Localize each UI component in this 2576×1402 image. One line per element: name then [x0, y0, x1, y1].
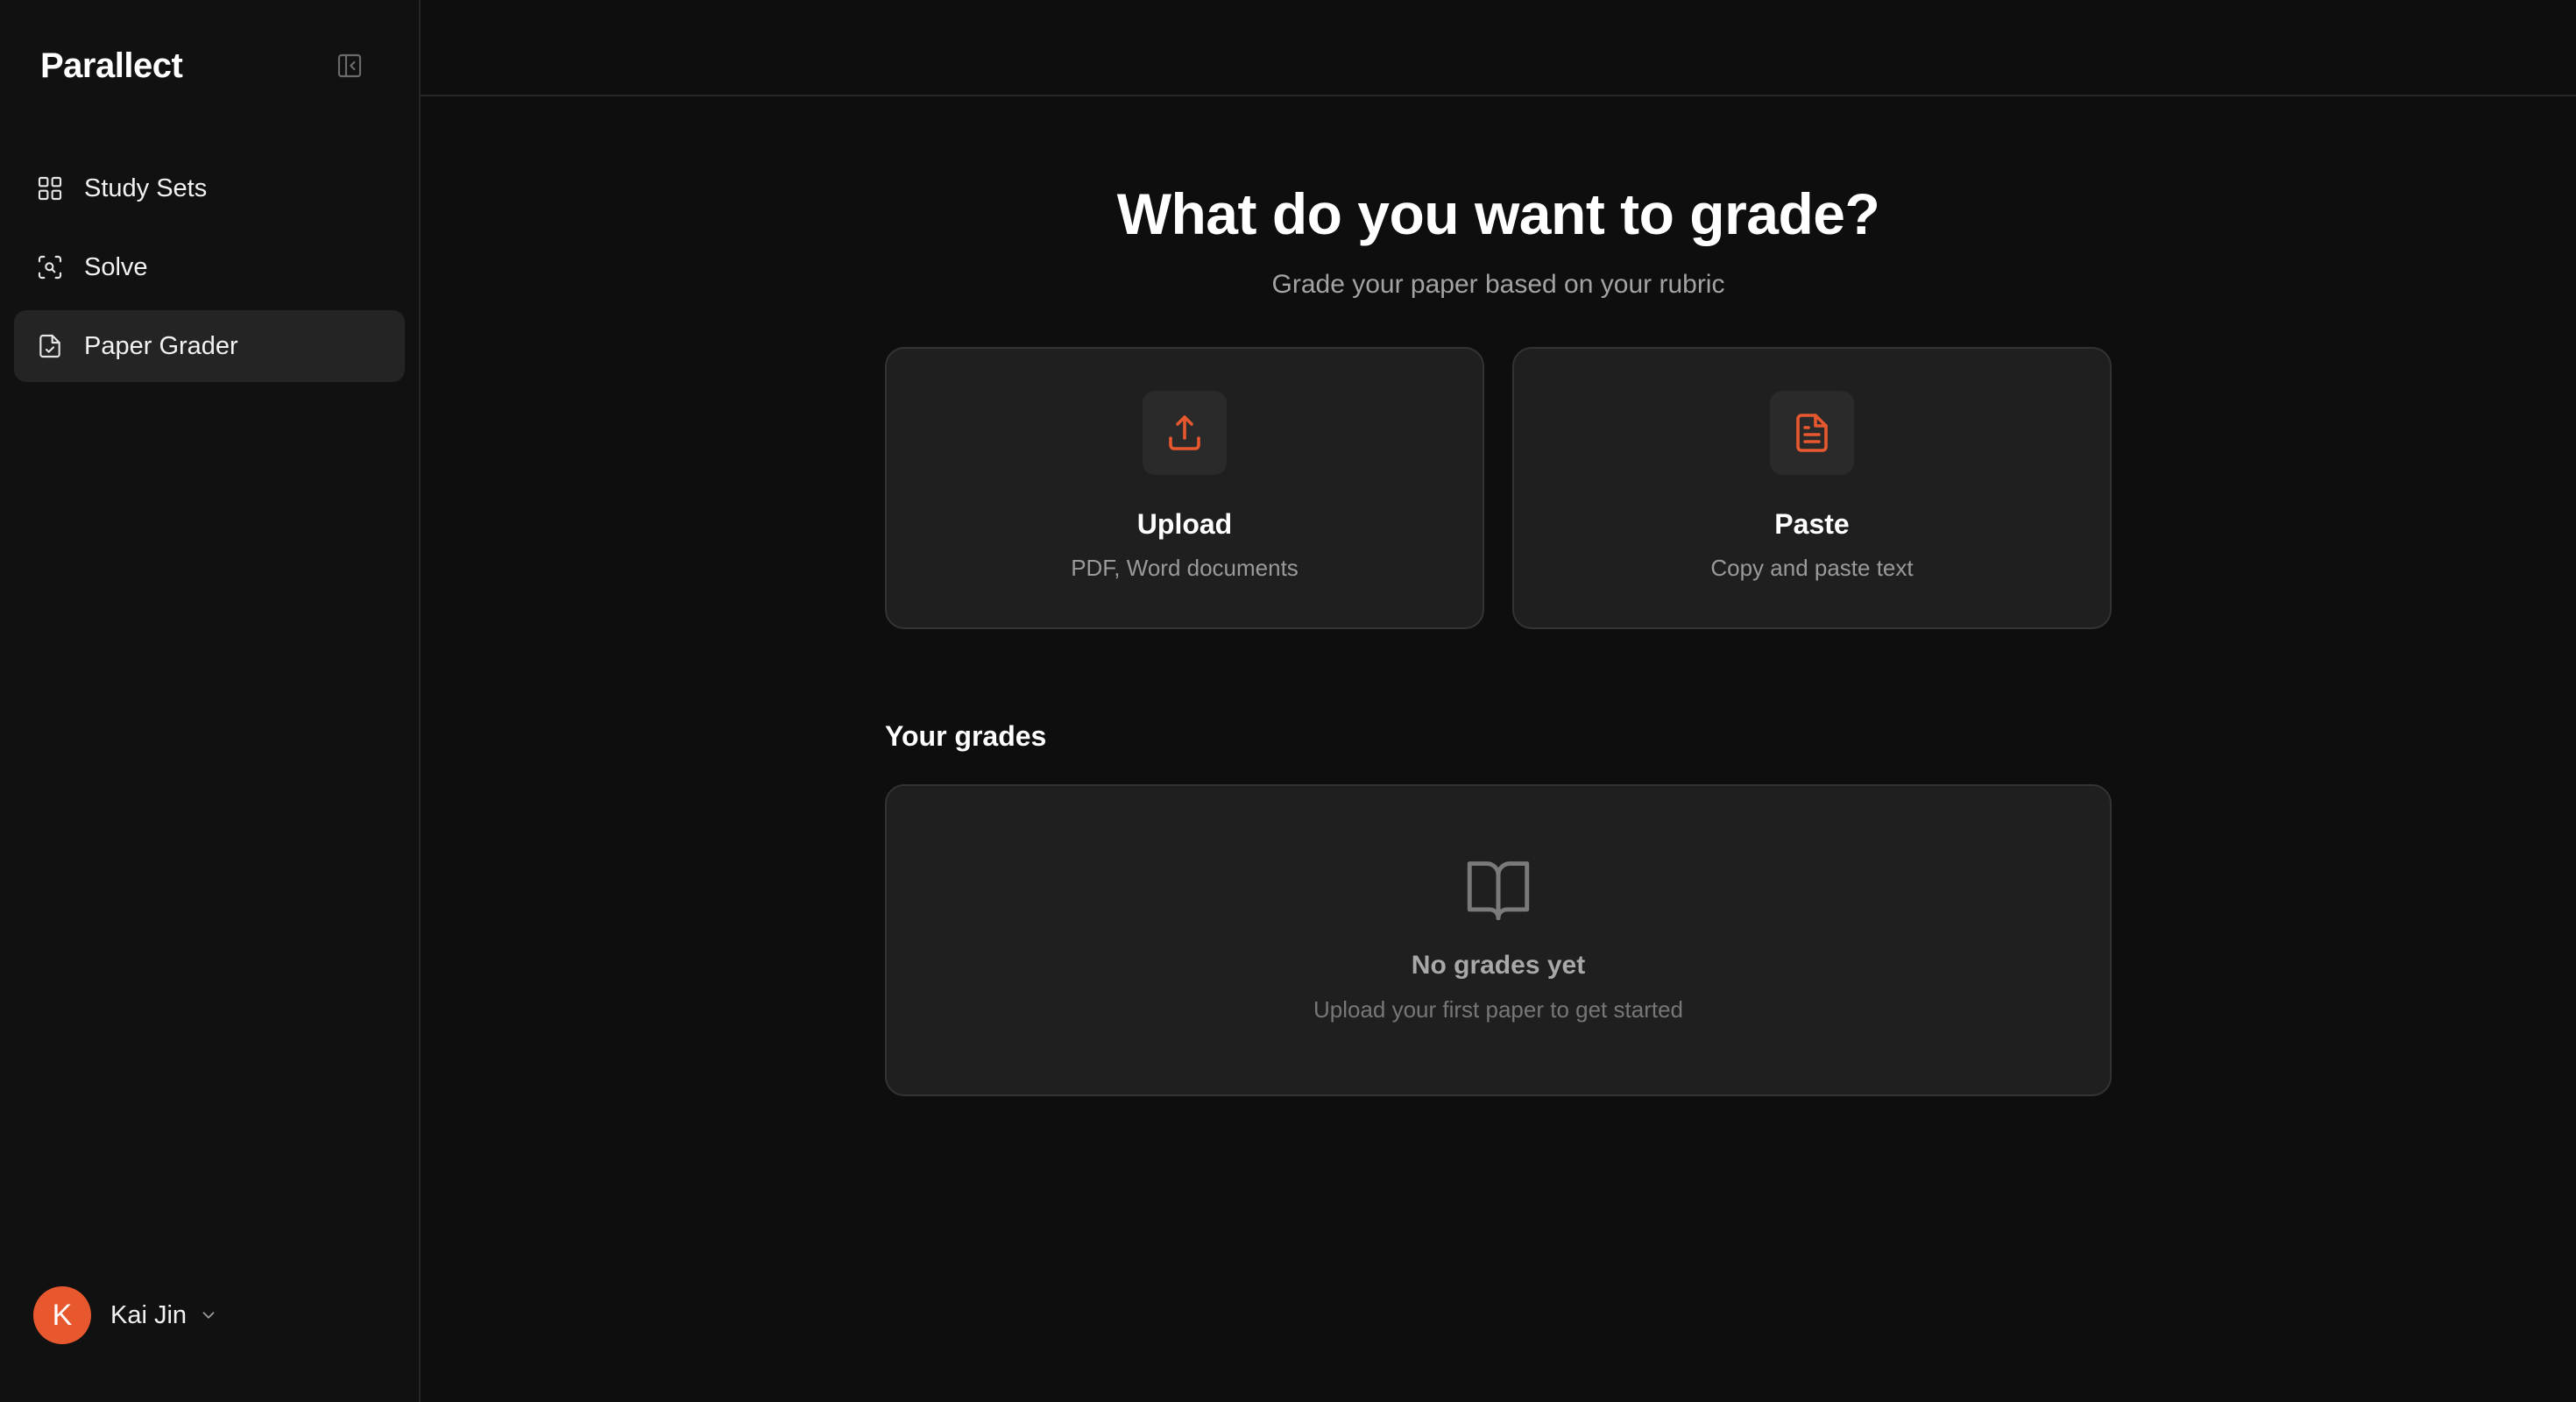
- empty-subtitle: Upload your first paper to get started: [1313, 996, 1683, 1023]
- sidebar-collapse-icon[interactable]: [335, 51, 364, 81]
- sidebar-item-label: Paper Grader: [84, 331, 238, 360]
- main-content: What do you want to grade? Grade your pa…: [421, 0, 2576, 1402]
- sidebar-item-paper-grader[interactable]: Paper Grader: [14, 310, 405, 382]
- sidebar-nav: Study Sets Solve Paper Grader: [0, 131, 419, 382]
- sidebar: Parallect Study Sets Solve Paper Grader …: [0, 0, 421, 1402]
- avatar: K: [33, 1286, 91, 1344]
- input-options: Upload PDF, Word documents Paste Copy an…: [885, 347, 2112, 629]
- app-window: Parallect Study Sets Solve Paper Grader …: [0, 0, 2576, 1402]
- grid-icon: [35, 173, 65, 203]
- grades-heading: Your grades: [885, 720, 1047, 752]
- brand-logo: Parallect: [40, 46, 183, 85]
- sidebar-item-solve[interactable]: Solve: [14, 231, 405, 303]
- sidebar-item-label: Study Sets: [84, 173, 208, 202]
- grades-empty-state: No grades yet Upload your first paper to…: [885, 784, 2112, 1096]
- card-subtitle: Copy and paste text: [1710, 555, 1914, 581]
- file-check-icon: [35, 331, 65, 361]
- user-name: Kai Jin: [110, 1300, 188, 1329]
- page-subtitle: Grade your paper based on your rubric: [1271, 270, 1725, 299]
- scan-search-icon: [35, 252, 65, 282]
- upload-icon: [1143, 391, 1227, 475]
- paste-card[interactable]: Paste Copy and paste text: [1512, 347, 2112, 629]
- card-subtitle: PDF, Word documents: [1071, 555, 1299, 581]
- card-title: Paste: [1774, 508, 1850, 540]
- card-title: Upload: [1136, 508, 1233, 540]
- user-menu[interactable]: K Kai Jin: [33, 1286, 218, 1344]
- top-bar: [421, 0, 2576, 96]
- book-open-icon: [1467, 861, 1530, 921]
- brand-row: Parallect: [0, 0, 419, 131]
- chevron-down-icon: [199, 1306, 218, 1325]
- upload-card[interactable]: Upload PDF, Word documents: [885, 347, 1484, 629]
- sidebar-item-label: Solve: [84, 252, 148, 281]
- grader-content: What do you want to grade? Grade your pa…: [885, 181, 2112, 1096]
- sidebar-item-study-sets[interactable]: Study Sets: [14, 152, 405, 224]
- page-title: What do you want to grade?: [1116, 181, 1880, 246]
- file-text-icon: [1770, 391, 1854, 475]
- empty-title: No grades yet: [1411, 951, 1586, 980]
